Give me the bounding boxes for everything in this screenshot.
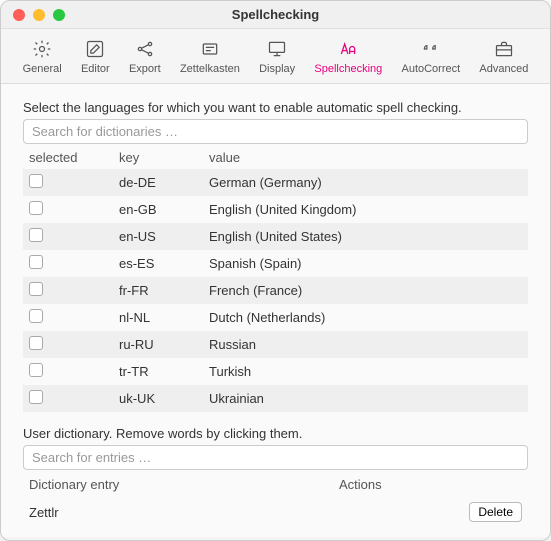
dict-value: French (France): [203, 277, 528, 304]
col-value: value: [203, 146, 528, 169]
table-row: uk-UKUkrainian: [23, 385, 528, 412]
dict-value: English (United Kingdom): [203, 196, 528, 223]
quotes-icon: [421, 39, 441, 59]
tab-display[interactable]: Display: [255, 37, 299, 77]
dict-key: tr-TR: [113, 358, 203, 385]
dictionary-checkbox[interactable]: [29, 336, 43, 350]
table-row: tr-TRTurkish: [23, 358, 528, 385]
col-selected: selected: [23, 146, 113, 169]
userdict-instruction: User dictionary. Remove words by clickin…: [23, 426, 528, 441]
table-row: en-GBEnglish (United Kingdom): [23, 196, 528, 223]
aa-icon: [338, 39, 358, 59]
dict-key: nl-NL: [113, 304, 203, 331]
share-icon: [135, 39, 155, 59]
window-title: Spellchecking: [1, 7, 550, 22]
table-row: fr-FRFrench (France): [23, 277, 528, 304]
tab-label: AutoCorrect: [401, 63, 460, 75]
tab-label: Zettelkasten: [180, 63, 240, 75]
userdict-table: Dictionary entry Actions Zettlr Delete: [23, 472, 528, 527]
col-actions: Actions: [333, 472, 528, 497]
userdict-entry[interactable]: Zettlr: [23, 497, 333, 527]
tab-label: Spellchecking: [314, 63, 382, 75]
content-area: Select the languages for which you want …: [1, 84, 550, 537]
zoom-window-button[interactable]: [53, 9, 65, 21]
dict-key: fr-FR: [113, 277, 203, 304]
table-row: es-ESSpanish (Spain): [23, 250, 528, 277]
tab-export[interactable]: Export: [125, 37, 165, 77]
close-window-button[interactable]: [13, 9, 25, 21]
tab-label: Editor: [81, 63, 110, 75]
table-row: en-USEnglish (United States): [23, 223, 528, 250]
gear-icon: [32, 39, 52, 59]
tab-label: Advanced: [479, 63, 528, 75]
dictionary-checkbox[interactable]: [29, 282, 43, 296]
tab-zettelkasten[interactable]: Zettelkasten: [176, 37, 244, 77]
col-key: key: [113, 146, 203, 169]
minimize-window-button[interactable]: [33, 9, 45, 21]
dict-key: es-ES: [113, 250, 203, 277]
table-row: Zettlr Delete: [23, 497, 528, 527]
briefcase-icon: [494, 39, 514, 59]
dict-key: uk-UK: [113, 385, 203, 412]
card-icon: [200, 39, 220, 59]
preferences-toolbar: General Editor Export Zettelkasten Displ…: [1, 29, 550, 84]
dict-value: German (Germany): [203, 169, 528, 196]
monitor-icon: [267, 39, 287, 59]
preferences-window: Spellchecking General Editor Export Zett…: [0, 0, 551, 541]
dictionary-checkbox[interactable]: [29, 174, 43, 188]
delete-button[interactable]: Delete: [469, 502, 522, 522]
table-row: de-DEGerman (Germany): [23, 169, 528, 196]
tab-general[interactable]: General: [19, 37, 66, 77]
col-entry: Dictionary entry: [23, 472, 333, 497]
dict-value: Ukrainian: [203, 385, 528, 412]
tab-label: General: [23, 63, 62, 75]
dictionary-checkbox[interactable]: [29, 390, 43, 404]
dict-value: Dutch (Netherlands): [203, 304, 528, 331]
table-row: ru-RURussian: [23, 331, 528, 358]
dictionary-table: selected key value de-DEGerman (Germany)…: [23, 146, 528, 412]
titlebar: Spellchecking: [1, 1, 550, 29]
pencil-square-icon: [85, 39, 105, 59]
tab-label: Display: [259, 63, 295, 75]
tab-advanced[interactable]: Advanced: [475, 37, 532, 77]
dictionary-checkbox[interactable]: [29, 309, 43, 323]
dict-value: Turkish: [203, 358, 528, 385]
dict-value: Russian: [203, 331, 528, 358]
table-row: nl-NLDutch (Netherlands): [23, 304, 528, 331]
spellcheck-instruction: Select the languages for which you want …: [23, 100, 528, 115]
dictionary-search-input[interactable]: [23, 119, 528, 144]
tab-autocorrect[interactable]: AutoCorrect: [397, 37, 464, 77]
tab-label: Export: [129, 63, 161, 75]
traffic-lights: [1, 9, 65, 21]
dict-value: English (United States): [203, 223, 528, 250]
dictionary-checkbox[interactable]: [29, 228, 43, 242]
tab-spellchecking[interactable]: Spellchecking: [310, 37, 386, 77]
dictionary-checkbox[interactable]: [29, 201, 43, 215]
dictionary-checkbox[interactable]: [29, 363, 43, 377]
userdict-search-input[interactable]: [23, 445, 528, 470]
dictionary-checkbox[interactable]: [29, 255, 43, 269]
dict-key: en-US: [113, 223, 203, 250]
dict-key: en-GB: [113, 196, 203, 223]
dict-key: de-DE: [113, 169, 203, 196]
dict-value: Spanish (Spain): [203, 250, 528, 277]
tab-editor[interactable]: Editor: [77, 37, 114, 77]
dict-key: ru-RU: [113, 331, 203, 358]
